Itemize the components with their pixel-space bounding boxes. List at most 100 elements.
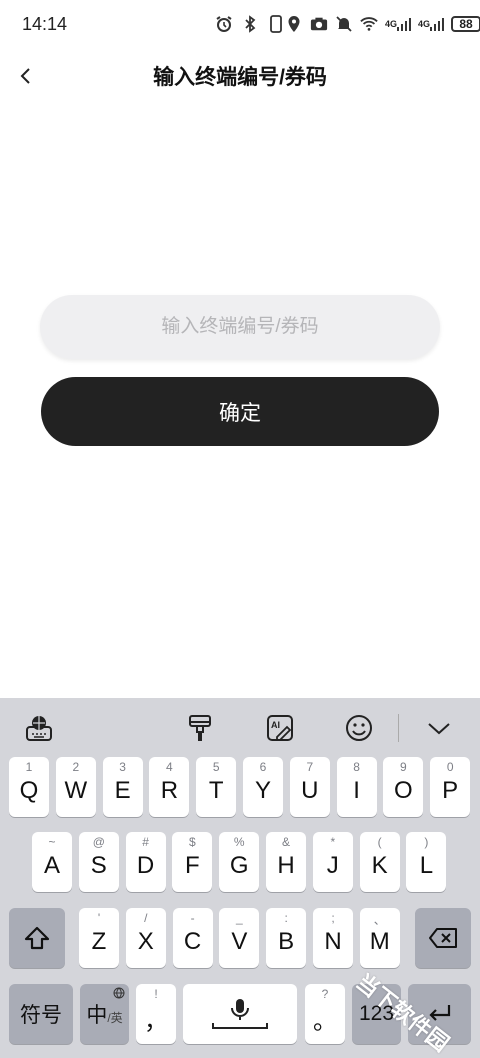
key-label: U	[301, 777, 319, 804]
ai-edit-icon[interactable]: AI	[263, 711, 297, 745]
wifi-icon	[360, 15, 378, 33]
network-label: 4G	[385, 19, 398, 29]
key-d[interactable]: # D	[125, 832, 166, 892]
symbols-label: 符号	[20, 1004, 62, 1027]
key-label: M	[369, 928, 390, 955]
key-h[interactable]: & H	[266, 832, 306, 892]
space-key[interactable]	[183, 984, 297, 1044]
key-e[interactable]: 3E	[102, 757, 143, 817]
key-j[interactable]: * J	[312, 832, 353, 892]
toolbar-divider	[398, 714, 399, 742]
comma-main: ，	[144, 1007, 168, 1035]
key-g[interactable]: % G	[219, 832, 260, 892]
key-hint: 、	[373, 913, 386, 927]
key-k[interactable]: (K	[359, 832, 400, 892]
key-hint: 4	[166, 760, 173, 774]
key-label: I	[353, 777, 360, 804]
back-button[interactable]	[10, 60, 42, 92]
key-r[interactable]: 4R	[149, 757, 190, 817]
bluetooth-icon	[241, 15, 259, 33]
key-hint: %	[233, 835, 245, 849]
shift-key[interactable]	[9, 908, 65, 968]
key-label: J	[326, 852, 339, 879]
status-bar: 14:14 4G 4G 88	[0, 0, 480, 48]
key-z[interactable]: ' Z	[79, 908, 119, 968]
language-switch-key[interactable]: 中 /英	[80, 984, 129, 1044]
key-o[interactable]: 9O	[383, 757, 424, 817]
backspace-icon	[429, 928, 457, 948]
enter-key[interactable]	[408, 984, 471, 1044]
key-b[interactable]: :B	[266, 908, 307, 968]
key-label: K	[371, 852, 388, 879]
shift-icon	[24, 926, 50, 950]
key-hint: 0	[446, 760, 454, 774]
battery-icon: 88	[451, 16, 480, 32]
key-hint: &	[281, 835, 290, 849]
key-x[interactable]: / X	[125, 908, 166, 968]
keyboard-toolbar: AI	[0, 698, 480, 756]
key-label: P	[442, 777, 459, 804]
network-label: 4G	[418, 19, 431, 29]
key-label: O	[394, 777, 413, 804]
status-time: 14:14	[22, 13, 68, 34]
key-c[interactable]: -C	[172, 908, 213, 968]
key-hint: $	[189, 835, 196, 849]
key-hint: 2	[72, 760, 80, 774]
key-hint: *	[330, 835, 336, 849]
backspace-key[interactable]	[415, 908, 471, 968]
key-hint: '	[97, 911, 101, 925]
key-label: D	[136, 852, 155, 879]
signal-icon: 4G	[418, 15, 445, 33]
comma-key[interactable]: ! ，	[136, 984, 176, 1044]
key-hint: _	[236, 911, 243, 925]
key-l[interactable]: ) L	[406, 832, 447, 892]
key-hint: -	[190, 911, 195, 925]
period-main: 。	[313, 1007, 337, 1035]
key-label: F	[185, 852, 200, 879]
key-hint: (	[377, 835, 382, 849]
numbers-key[interactable]: 123	[352, 984, 401, 1044]
confirm-button[interactable]: 确定	[41, 377, 439, 446]
keyboard-settings-icon[interactable]	[22, 711, 56, 745]
key-v[interactable]: _ V	[219, 908, 260, 968]
camera-icon	[310, 15, 328, 33]
key-w[interactable]: 2W	[55, 757, 96, 817]
key-p[interactable]: 0P	[430, 757, 471, 817]
key-label: A	[43, 852, 60, 879]
emoji-icon[interactable]	[342, 711, 376, 745]
key-hint: 8	[353, 760, 360, 774]
key-s[interactable]: @ S	[78, 832, 119, 892]
keyboard: AI 1Q2W3E4R5T6Y7U8I9O0P ~ A @ S # D $ F% G & H * J(K…	[0, 698, 480, 1058]
key-u[interactable]: 7U	[289, 757, 330, 817]
phone-icon	[267, 15, 285, 33]
key-label: T	[208, 777, 224, 804]
key-hint: @	[92, 835, 105, 849]
key-i[interactable]: 8I	[336, 757, 377, 817]
key-label: Q	[19, 777, 39, 804]
key-m[interactable]: 、 M	[359, 908, 400, 968]
key-label: S	[90, 852, 107, 879]
alarm-icon	[215, 15, 233, 33]
key-label: V	[231, 928, 248, 955]
key-label: C	[183, 928, 202, 955]
mute-icon	[335, 15, 353, 33]
key-y[interactable]: 6Y	[243, 757, 283, 817]
brush-icon[interactable]	[183, 711, 217, 745]
svg-text:AI: AI	[271, 720, 280, 730]
key-q[interactable]: 1Q	[9, 757, 49, 817]
key-a[interactable]: ~ A	[32, 832, 72, 892]
lang-sub-label: /英	[107, 1010, 123, 1025]
key-label: R	[160, 777, 179, 804]
key-hint: 9	[400, 760, 407, 774]
period-key[interactable]: ? 。	[305, 984, 345, 1044]
code-input[interactable]	[40, 295, 440, 359]
key-hint: 1	[25, 760, 33, 774]
symbols-key[interactable]: 符号	[9, 984, 73, 1044]
microphone-icon	[212, 999, 268, 1029]
key-n[interactable]: ; N	[313, 908, 353, 968]
period-hint: ?	[321, 987, 329, 1001]
collapse-icon[interactable]	[422, 711, 456, 745]
key-t[interactable]: 5T	[196, 757, 237, 817]
key-label: Y	[254, 777, 271, 804]
key-f[interactable]: $ F	[172, 832, 213, 892]
